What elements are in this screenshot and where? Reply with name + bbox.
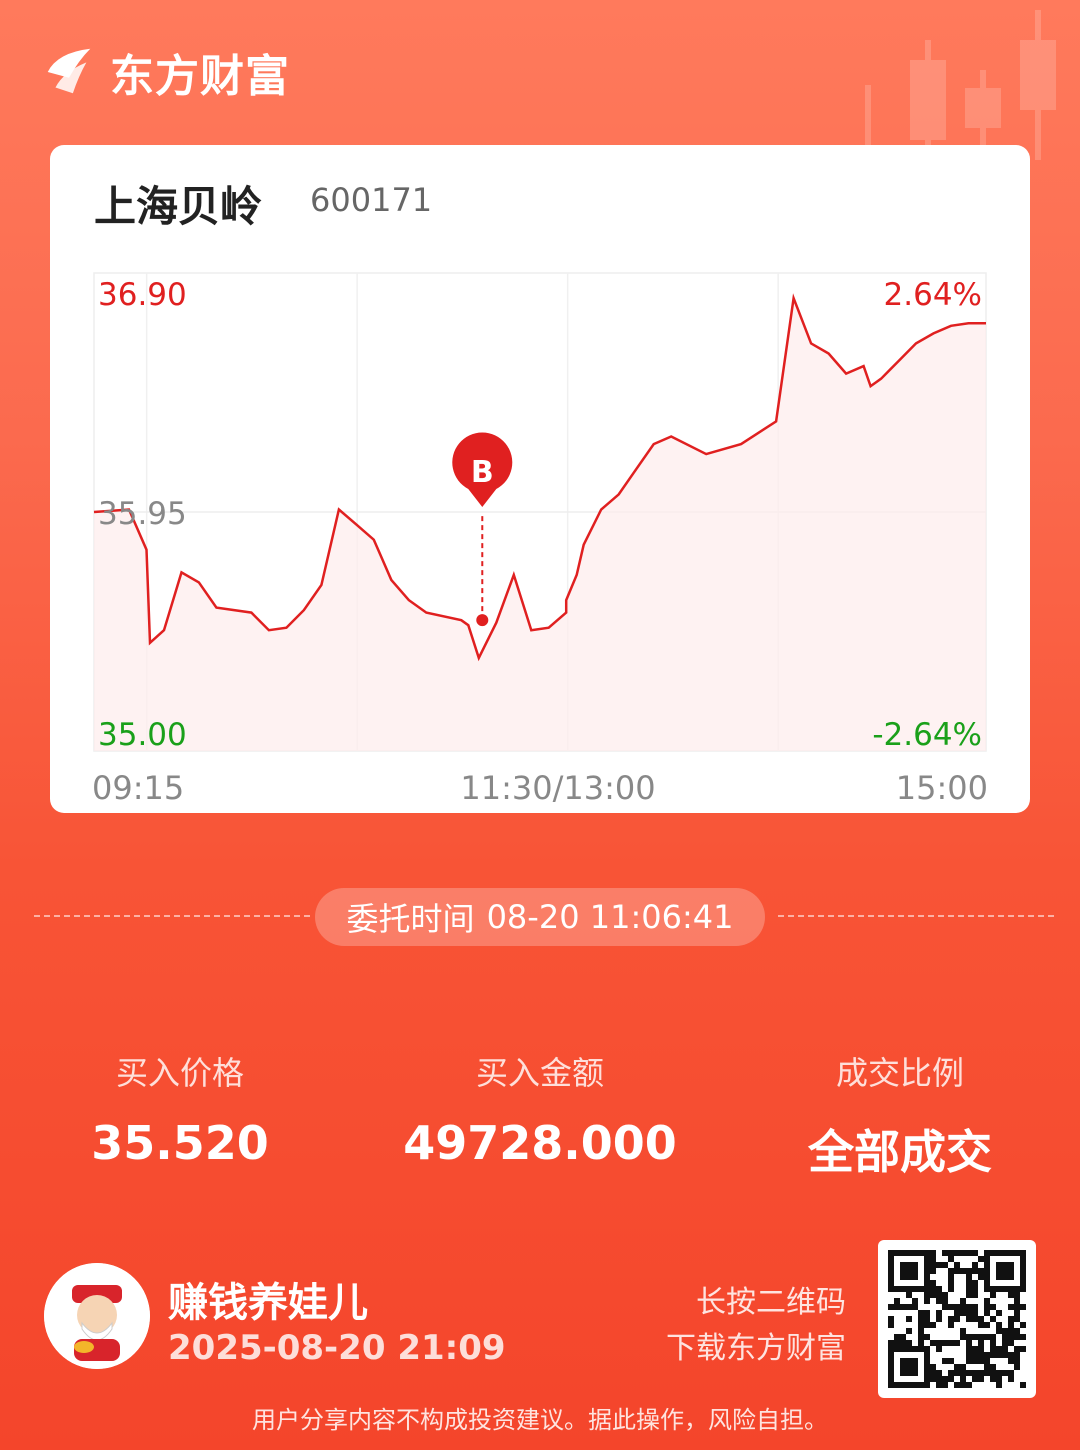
stat-value: 全部成交 [808,1125,992,1179]
qr-hint-line2: 下载东方财富 [666,1331,846,1366]
y-label-pct-low: -2.64% [872,717,982,753]
chart-card: 上海贝岭 600171 36.90 35.95 35.00 2.64% -2.64% 09… [50,145,1030,813]
stat-value: 35.520 [91,1116,269,1170]
order-time-label: 委托时间 [346,900,475,938]
eastmoney-logo-icon [47,48,91,94]
brand-name: 东方财富 [110,51,290,102]
stat-buy-price: 买入价格 35.520 [20,1048,340,1170]
y-label-pct-high: 2.64% [884,277,982,313]
user-name: 赚钱养娃儿 [168,1280,368,1326]
price-area [94,298,986,751]
disclaimer: 用户分享内容不构成投资建议。据此操作，风险自担。 [252,1406,828,1434]
buy-marker-dot [476,614,489,627]
divider-right [778,915,1054,917]
y-label-ref: 35.95 [98,496,187,532]
stat-fill-ratio: 成交比例 全部成交 [740,1048,1060,1182]
x-label-open: 09:15 [92,769,184,807]
caishen-avatar-icon[interactable] [44,1263,150,1369]
qr-hint-line1: 长按二维码 [696,1285,846,1320]
stat-label: 买入价格 [115,1054,244,1092]
y-label-high: 36.90 [98,277,187,313]
qr-hint: 长按二维码 下载东方财富 [666,1280,846,1372]
x-label-close: 15:00 [896,769,988,807]
stat-value: 49728.000 [403,1116,677,1170]
decorative-candles [865,10,1056,160]
intraday-chart: 36.90 35.95 35.00 2.64% -2.64% 09:15 11:30/13:… [92,272,988,807]
user-datetime: 2025-08-20 21:09 [168,1328,506,1368]
stat-label: 成交比例 [835,1054,964,1092]
buy-marker-label: B [471,455,494,490]
order-time-pill: 委托时间 08-20 11:06:41 [315,888,765,946]
order-time-value: 08-20 11:06:41 [486,898,734,936]
x-label-midday: 11:30/13:00 [460,769,655,807]
stat-buy-amount: 买入金额 49728.000 [380,1048,700,1170]
stat-label: 买入金额 [475,1054,604,1092]
y-label-low: 35.00 [98,717,187,753]
divider-left [34,915,310,917]
brand-header: 东方财富 [40,40,290,104]
qr-code-icon[interactable] [878,1240,1036,1398]
